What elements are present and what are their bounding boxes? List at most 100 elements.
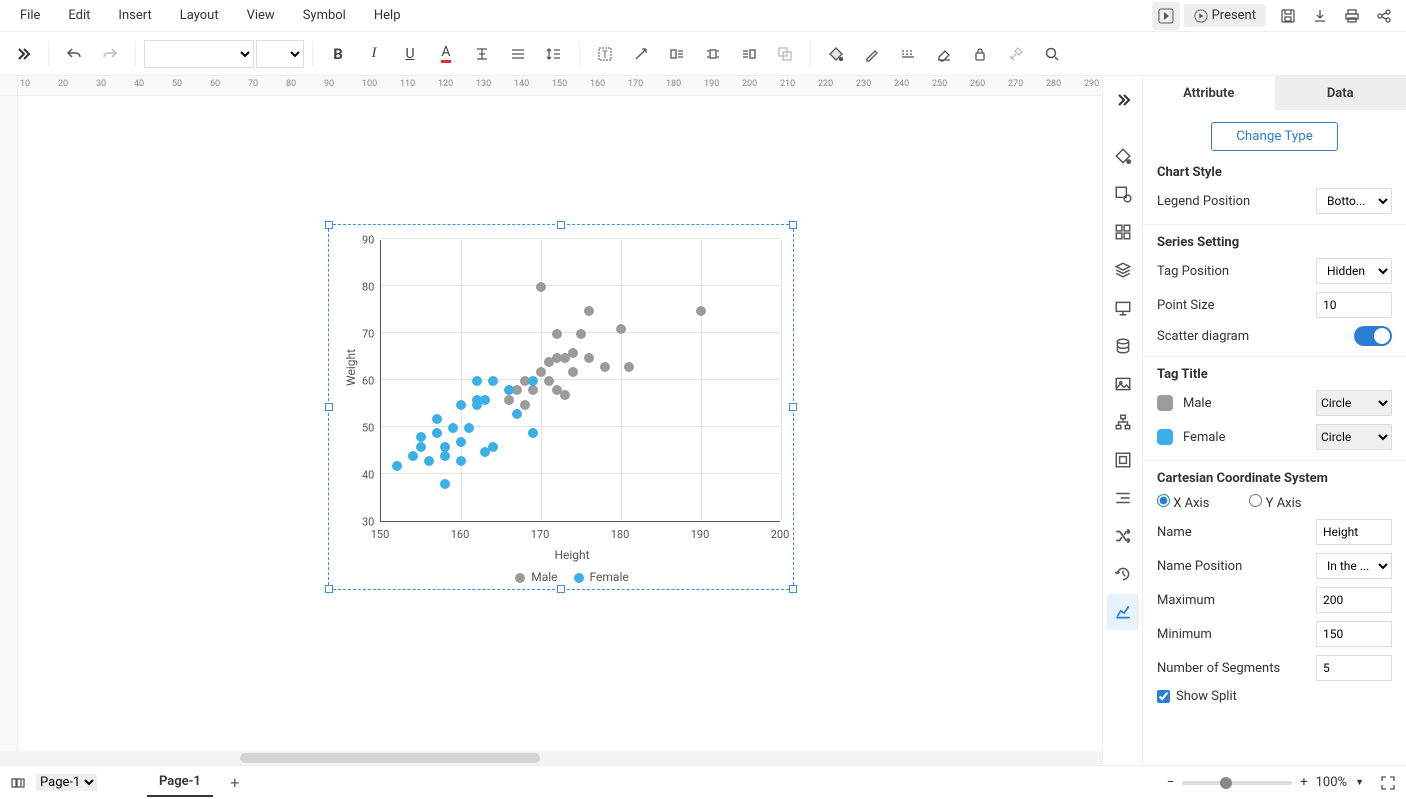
menu-symbol[interactable]: Symbol: [289, 2, 360, 29]
font-family-select[interactable]: [144, 40, 254, 68]
name-position-select[interactable]: In the ...: [1316, 553, 1392, 579]
yaxis-radio[interactable]: Y Axis: [1249, 494, 1301, 511]
ruler-tick: 100: [362, 79, 377, 89]
font-size-select[interactable]: [256, 40, 304, 68]
show-split-checkbox[interactable]: [1157, 690, 1170, 703]
menu-layout[interactable]: Layout: [166, 2, 233, 29]
underline-icon[interactable]: U: [393, 37, 427, 71]
tools-icon[interactable]: [999, 37, 1033, 71]
shape-settings-icon[interactable]: [1107, 176, 1139, 212]
minimum-label: Minimum: [1157, 627, 1212, 642]
zoom-in-button[interactable]: +: [1300, 775, 1307, 790]
eraser-icon[interactable]: [927, 37, 961, 71]
wrap-right-icon[interactable]: [732, 37, 766, 71]
ruler-horizontal: 1020304050607080901001101201301401501601…: [0, 76, 1102, 96]
connector-icon[interactable]: [624, 37, 658, 71]
page-select[interactable]: Page-1: [36, 774, 97, 791]
data-point: [456, 437, 466, 447]
undo-icon[interactable]: [57, 37, 91, 71]
minimum-input[interactable]: [1316, 621, 1392, 647]
zoom-slider[interactable]: [1182, 781, 1292, 785]
axis-name-input[interactable]: [1316, 519, 1392, 545]
grid-icon[interactable]: [1107, 214, 1139, 250]
x-tick: 200: [771, 528, 790, 541]
canvas[interactable]: Weight 30405060708090 150160170180190200…: [18, 96, 1102, 751]
tag-position-label: Tag Position: [1157, 264, 1229, 279]
collapse-panel-icon[interactable]: [1107, 82, 1139, 118]
chart-style-heading: Chart Style: [1157, 165, 1392, 180]
horizontal-scrollbar[interactable]: [0, 751, 1102, 765]
data-point: [528, 428, 538, 438]
history-icon[interactable]: [1107, 556, 1139, 592]
axis-name-label: Name: [1157, 525, 1192, 540]
database-icon[interactable]: [1107, 328, 1139, 364]
change-type-button[interactable]: Change Type: [1211, 122, 1338, 151]
wrap-left-icon[interactable]: [660, 37, 694, 71]
search-icon[interactable]: [1035, 37, 1069, 71]
menu-file[interactable]: File: [6, 2, 54, 29]
segments-input[interactable]: [1316, 655, 1392, 681]
tab-attribute[interactable]: Attribute: [1143, 76, 1275, 110]
tag-shape-select[interactable]: Circle: [1316, 390, 1392, 416]
hierarchy-icon[interactable]: [1107, 404, 1139, 440]
add-page-button[interactable]: +: [223, 773, 247, 792]
menu-insert[interactable]: Insert: [104, 2, 165, 29]
legend-position-select[interactable]: Botto...: [1316, 188, 1392, 214]
xaxis-radio[interactable]: X Axis: [1157, 494, 1209, 511]
share-icon[interactable]: [1368, 2, 1400, 30]
image-icon[interactable]: [1107, 366, 1139, 402]
menu-view[interactable]: View: [233, 2, 289, 29]
tag-position-select[interactable]: Hidden: [1316, 258, 1392, 284]
scatter-diagram-toggle[interactable]: [1354, 326, 1392, 346]
tag-name: Female: [1183, 430, 1306, 445]
scatter-chart[interactable]: Weight 30405060708090 150160170180190200…: [352, 236, 792, 586]
page-tab[interactable]: Page-1: [147, 768, 213, 797]
print-icon[interactable]: [1336, 2, 1368, 30]
data-point: [624, 362, 634, 372]
wrap-center-icon[interactable]: [696, 37, 730, 71]
tag-swatch: [1157, 395, 1173, 411]
maximum-input[interactable]: [1316, 587, 1392, 613]
data-point: [536, 282, 546, 292]
shuffle-icon[interactable]: [1107, 518, 1139, 554]
properties-panel: Attribute Data Change Type Chart Style L…: [1142, 76, 1406, 765]
download-icon[interactable]: [1304, 2, 1336, 30]
align-vertical-icon[interactable]: [501, 37, 535, 71]
frame-icon[interactable]: [1107, 442, 1139, 478]
italic-icon[interactable]: I: [357, 37, 391, 71]
stroke-color-icon[interactable]: [855, 37, 889, 71]
tag-shape-select[interactable]: Circle: [1316, 424, 1392, 450]
expand-toolbar-icon[interactable]: [6, 37, 40, 71]
ruler-vertical: [0, 96, 18, 751]
group-icon[interactable]: [768, 37, 802, 71]
fill-icon[interactable]: [819, 37, 853, 71]
bold-icon[interactable]: B: [321, 37, 355, 71]
redo-icon[interactable]: [93, 37, 127, 71]
play-square-button[interactable]: [1152, 2, 1180, 30]
line-style-icon[interactable]: [891, 37, 925, 71]
fullscreen-icon[interactable]: [1380, 775, 1396, 791]
font-color-icon[interactable]: A: [429, 37, 463, 71]
menu-help[interactable]: Help: [360, 2, 415, 29]
layers-icon[interactable]: [1107, 252, 1139, 288]
lock-icon[interactable]: [963, 37, 997, 71]
zoom-out-button[interactable]: −: [1167, 775, 1174, 790]
paragraph-icon[interactable]: [1107, 480, 1139, 516]
tab-data[interactable]: Data: [1275, 76, 1406, 110]
line-spacing-icon[interactable]: [537, 37, 571, 71]
save-icon[interactable]: [1272, 2, 1304, 30]
point-size-input[interactable]: [1316, 292, 1392, 318]
ruler-tick: 40: [134, 79, 144, 89]
menu-edit[interactable]: Edit: [54, 2, 104, 29]
present-button[interactable]: Present: [1184, 4, 1266, 27]
chart-properties-icon[interactable]: [1107, 594, 1139, 630]
text-box-icon[interactable]: T: [588, 37, 622, 71]
pages-icon[interactable]: [10, 775, 26, 791]
status-bar: Page-1 Page-1 + − + 100% ▼: [0, 765, 1406, 799]
presentation-icon[interactable]: [1107, 290, 1139, 326]
ruler-tick: 280: [1046, 79, 1061, 89]
y-tick: 60: [362, 375, 374, 388]
fill-tool-icon[interactable]: [1107, 138, 1139, 174]
align-horizontal-icon[interactable]: [465, 37, 499, 71]
data-point: [456, 400, 466, 410]
